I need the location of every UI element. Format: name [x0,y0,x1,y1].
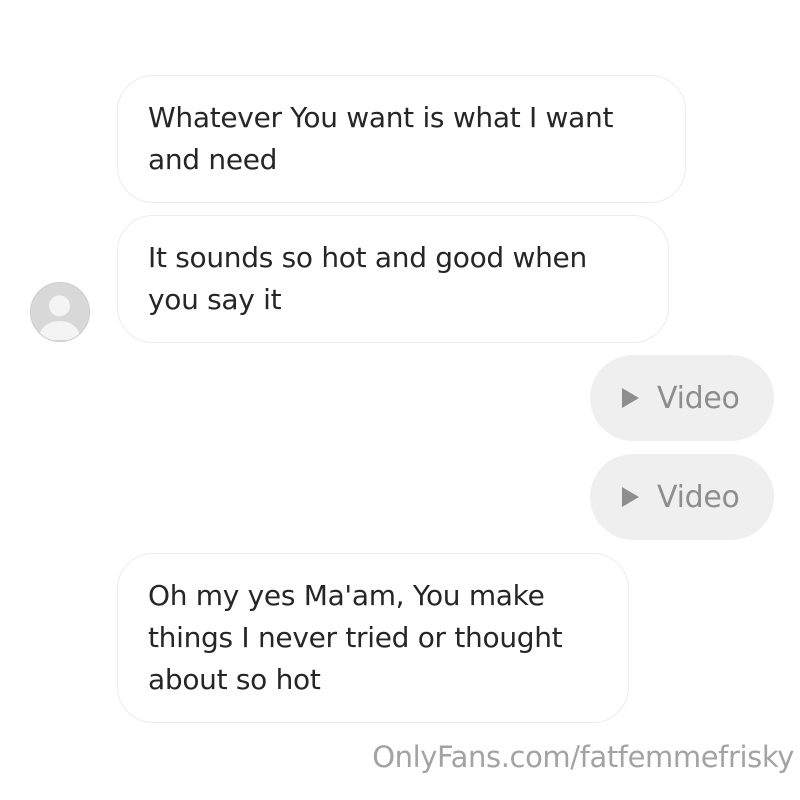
message-text-line: about so hot [148,663,321,696]
message-text-line: Whatever You want is what I want [148,101,614,134]
incoming-message-bubble[interactable]: It sounds so hot and good when you say i… [117,215,669,343]
play-icon [622,388,639,408]
outgoing-video-message[interactable]: Video [590,355,774,441]
incoming-message-bubble[interactable]: Oh my yes Ma'am, You make things I never… [117,553,629,723]
video-label: Video [657,479,740,515]
message-text-line: Oh my yes Ma'am, You make [148,579,545,612]
message-text-line: and need [148,143,278,176]
message-text-line: It sounds so hot and good when [148,241,587,274]
incoming-message-bubble[interactable]: Whatever You want is what I want and nee… [117,75,686,203]
watermark-text: OnlyFans.com/fatfemmefrisky [372,740,794,774]
outgoing-video-message[interactable]: Video [590,454,774,540]
video-label: Video [657,380,740,416]
message-text-line: you say it [148,283,282,316]
default-user-avatar-icon [31,283,88,340]
message-text-line: things I never tried or thought [148,621,563,654]
sender-avatar[interactable] [30,282,90,342]
play-icon [622,487,639,507]
